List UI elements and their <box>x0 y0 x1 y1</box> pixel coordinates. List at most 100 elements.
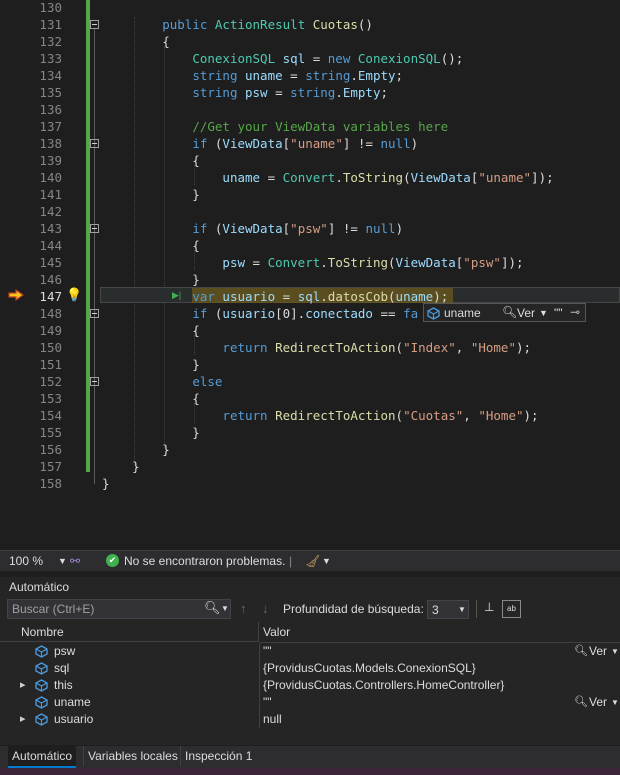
chevron-down-icon[interactable]: ▼ <box>221 604 229 613</box>
tab-0[interactable]: Automático <box>8 746 77 768</box>
broom-icon[interactable]: 🧹︎ <box>305 551 320 571</box>
variable-value[interactable]: null <box>263 711 282 728</box>
autos-row[interactable]: psw "" 🔍︎ Ver ▼ <box>0 643 620 660</box>
zoom-level[interactable]: 100 % <box>9 551 43 571</box>
code-text: string psw = string.Empty; <box>102 84 388 101</box>
code-token: } <box>102 425 200 440</box>
code-token: ToString <box>327 255 389 270</box>
code-line[interactable]: 145 psw = Convert.ToString(ViewData["psw… <box>0 254 620 271</box>
expand-icon[interactable]: ▸ <box>20 711 26 728</box>
code-token: } <box>102 459 140 474</box>
variable-name: sql <box>54 661 70 675</box>
copilot-icon[interactable]: ⚯ <box>70 551 80 571</box>
variable-icon <box>35 679 48 692</box>
column-header-name[interactable]: Nombre <box>0 622 259 642</box>
code-line[interactable]: 151 } <box>0 356 620 373</box>
autos-row[interactable]: sql {ProvidusCuotas.Models.ConexionSQL} <box>0 660 620 677</box>
line-number: 156 <box>39 442 62 457</box>
code-line[interactable]: 133 ConexionSQL sql = new ConexionSQL(); <box>0 50 620 67</box>
instruction-pointer-icon[interactable] <box>8 289 24 301</box>
code-token: { <box>102 323 200 338</box>
code-line[interactable]: 146 } <box>0 271 620 288</box>
code-line[interactable]: 134 string uname = string.Empty; <box>0 67 620 84</box>
collapse-icon[interactable] <box>90 139 99 148</box>
depth-select[interactable]: 3 ▼ <box>427 600 469 619</box>
magnifier-icon[interactable]: 🔍︎ <box>502 305 517 319</box>
code-line[interactable]: 158} <box>0 475 620 492</box>
code-line[interactable]: 149 { <box>0 322 620 339</box>
datatip[interactable]: uname 🔍︎ Ver ▼ "" ⊸ <box>423 303 586 322</box>
code-line[interactable]: 135 string psw = string.Empty; <box>0 84 620 101</box>
code-line[interactable]: 157 } <box>0 458 620 475</box>
chevron-down-icon[interactable]: ▼ <box>611 643 619 660</box>
code-line[interactable]: 154 return RedirectToAction("Cuotas", "H… <box>0 407 620 424</box>
chevron-down-icon[interactable]: ▼ <box>58 551 67 571</box>
code-token: ) <box>410 136 419 151</box>
line-number: 158 <box>39 476 62 491</box>
search-input[interactable]: Buscar (Ctrl+E) 🔍︎ ▼ <box>7 599 231 619</box>
code-line[interactable]: 139 { <box>0 152 620 169</box>
autos-row[interactable]: ▸ usuario null <box>0 711 620 728</box>
autos-title-text: Automático <box>9 580 70 594</box>
code-line[interactable]: 144 { <box>0 237 620 254</box>
line-number: 144 <box>39 238 62 253</box>
code-line[interactable]: 136 <box>0 101 620 118</box>
code-line[interactable]: 130 <box>0 0 620 16</box>
variable-value[interactable]: "" <box>263 694 272 711</box>
code-line[interactable]: 156 } <box>0 441 620 458</box>
code-text: uname = Convert.ToString(ViewData["uname… <box>102 169 553 186</box>
code-line[interactable]: 140 uname = Convert.ToString(ViewData["u… <box>0 169 620 186</box>
code-editor[interactable]: 130 131 public ActionResult Cuotas() 132 {… <box>0 0 620 548</box>
code-line[interactable]: 150 return RedirectToAction("Index", "Ho… <box>0 339 620 356</box>
variable-value[interactable]: {ProvidusCuotas.Controllers.HomeControll… <box>263 677 504 694</box>
collapse-icon[interactable] <box>90 20 99 29</box>
chevron-down-icon[interactable]: ▼ <box>539 308 548 318</box>
collapse-icon[interactable] <box>90 309 99 318</box>
autos-row[interactable]: uname "" 🔍︎ Ver ▼ <box>0 694 620 711</box>
code-token: . <box>320 289 328 304</box>
chevron-down-icon[interactable]: ▼ <box>611 694 619 711</box>
variable-name: usuario <box>54 712 94 726</box>
view-button[interactable]: Ver <box>589 643 607 660</box>
view-button[interactable]: Ver <box>589 694 607 711</box>
pin-icon[interactable]: ⊥ <box>484 600 494 614</box>
magnifier-icon[interactable]: 🔍︎ <box>574 694 588 711</box>
chevron-down-icon[interactable]: ▼ <box>322 551 331 571</box>
code-line[interactable]: 138 if (ViewData["uname"] != null) <box>0 135 620 152</box>
check-icon: ✔ <box>106 554 119 567</box>
collapse-icon[interactable] <box>90 224 99 233</box>
code-line[interactable]: 131 public ActionResult Cuotas() <box>0 16 620 33</box>
lightbulb-icon[interactable]: 💡 <box>66 287 82 303</box>
code-line[interactable]: 155 } <box>0 424 620 441</box>
code-line[interactable]: 142 <box>0 203 620 220</box>
code-token: = <box>267 85 291 100</box>
code-token: uname <box>222 170 261 185</box>
autos-row[interactable]: ▸ this {ProvidusCuotas.Controllers.HomeCon… <box>0 677 620 694</box>
code-line[interactable]: 152 else <box>0 373 620 390</box>
datatip-view-button[interactable]: Ver <box>517 306 535 320</box>
magnifier-icon[interactable]: 🔍︎ <box>574 643 588 660</box>
column-header-value[interactable]: Valor <box>260 622 620 643</box>
code-line[interactable]: 143 if (ViewData["psw"] != null) <box>0 220 620 237</box>
variable-value[interactable]: {ProvidusCuotas.Models.ConexionSQL} <box>263 660 476 677</box>
code-line[interactable]: 141 } <box>0 186 620 203</box>
search-icon[interactable]: 🔍︎ <box>204 600 221 616</box>
collapse-icon[interactable] <box>90 377 99 386</box>
run-to-cursor-icon[interactable]: ▶| <box>172 290 181 301</box>
line-number: 149 <box>39 323 62 338</box>
code-line[interactable]: 137 //Get your ViewData variables here <box>0 118 620 135</box>
expand-icon[interactable]: ▸ <box>20 677 26 694</box>
code-line[interactable]: 132 { <box>0 33 620 50</box>
variable-value[interactable]: "" <box>263 643 272 660</box>
tab-1[interactable]: Variables locales <box>83 746 182 766</box>
tab-2[interactable]: Inspección 1 <box>180 746 256 766</box>
arrow-down-icon[interactable]: ↓ <box>262 601 269 616</box>
column-name-label: Nombre <box>21 625 64 639</box>
pin-icon[interactable]: ⊸ <box>570 305 580 319</box>
arrow-up-icon[interactable]: ↑ <box>240 601 247 616</box>
code-line[interactable]: 153 { <box>0 390 620 407</box>
display-format-icon[interactable]: ab <box>502 600 521 618</box>
